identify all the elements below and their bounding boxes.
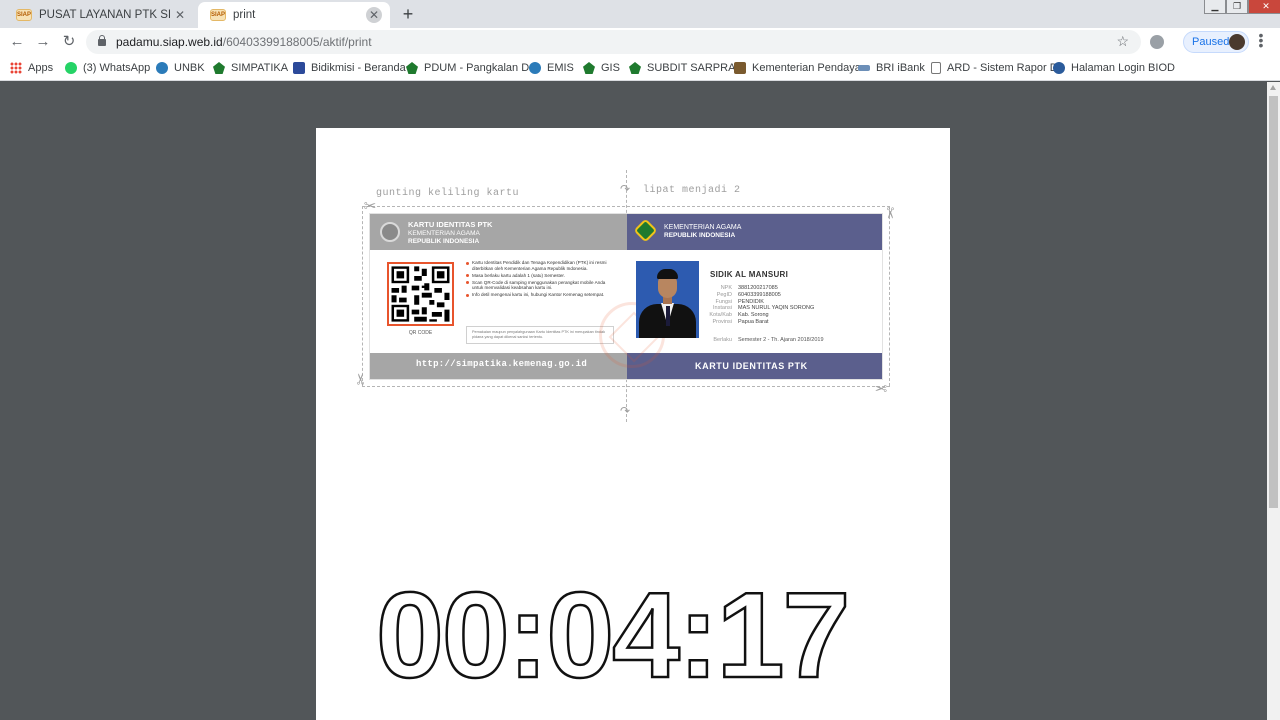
apps-grid-icon [10, 62, 22, 74]
legal-note: Pemakaian maupun penyalahgunaan Kartu Id… [466, 326, 614, 344]
card-left-header-text: KARTU IDENTITAS PTK KEMENTERIAN AGAMA RE… [408, 220, 493, 246]
field-row: PegID 60403399188005 [716, 291, 781, 298]
close-tab-icon[interactable]: ✕ [366, 7, 382, 23]
bookmark-unbk[interactable]: UNBK [156, 60, 205, 76]
emis-icon [529, 62, 541, 74]
address-bar[interactable]: padamu.siap.web.id/60403399188005/aktif/… [86, 30, 1141, 54]
kemenag-emblem-icon [583, 62, 595, 74]
minimize-button[interactable]: ▁ [1204, 0, 1226, 14]
lock-icon [98, 34, 106, 46]
kemenag-emblem-icon [629, 62, 641, 74]
cut-line-left [362, 206, 363, 386]
extension-icon[interactable] [1150, 35, 1164, 49]
paused-label: Paused [1192, 36, 1230, 48]
kemenag-emblem-icon [380, 222, 400, 242]
card-right-header-text: KEMENTERIAN AGAMA REPUBLIK INDONESIA [664, 224, 742, 239]
globe-icon [156, 62, 168, 74]
profile-paused-button[interactable]: Paused [1183, 31, 1249, 53]
bookmark-bri-ibank[interactable]: BRI iBank [858, 60, 925, 76]
reload-button[interactable]: ↻ [60, 33, 78, 51]
bookmark-apps[interactable]: Apps [10, 60, 53, 76]
globe-icon [1053, 62, 1065, 74]
field-row: Fungsi PENDIDIK [715, 298, 764, 305]
bookmark-simpatika[interactable]: SIMPATIKA [213, 60, 288, 76]
field-row: Provinsi Papua Barat [712, 318, 769, 325]
fold-arrow-icon: ↷ [620, 182, 631, 196]
scrollbar-thumb[interactable] [1269, 96, 1278, 508]
siap-favicon-icon: SIAP [16, 9, 32, 21]
bookmark-gis[interactable]: GIS [583, 60, 620, 76]
page-icon [931, 62, 941, 74]
browser-toolbar: ← → ↻ padamu.siap.web.id/60403399188005/… [0, 28, 1280, 55]
bookmark-kementerian[interactable]: Kementerian Pendaya [734, 60, 861, 76]
vertical-scrollbar[interactable] [1267, 82, 1280, 720]
bookmark-whatsapp[interactable]: (3) WhatsApp [65, 60, 150, 76]
new-tab-button[interactable]: + [398, 5, 418, 25]
scissors-icon: ✂ [874, 379, 888, 396]
siap-favicon-icon: SIAP [210, 9, 226, 21]
kemenag-emblem-icon [406, 62, 418, 74]
bookmarks-bar: Apps (3) WhatsApp UNBK SIMPATIKA Bidikmi… [0, 55, 1280, 81]
fold-arrow-icon: ↷ [620, 404, 631, 418]
url-path: /60403399188005/aktif/print [222, 35, 372, 49]
bidikmisi-icon [293, 62, 305, 74]
list-item: Info detil mengenai kartu ini, hubungi K… [466, 292, 614, 298]
card-footer-title: KARTU IDENTITAS PTK [695, 361, 808, 371]
holder-name: SIDIK AL MANSURI [710, 270, 789, 279]
holder-fields: NPK 3881200217085 PegID 60403399188005 Fun… [688, 285, 814, 326]
building-icon [734, 62, 746, 74]
back-button[interactable]: ← [8, 33, 26, 51]
close-window-button[interactable]: ✕ [1248, 0, 1280, 14]
window-controls: ▁ ❐ ✕ [1204, 0, 1280, 14]
bookmark-subdit-sarpras[interactable]: SUBDIT SARPRAS [629, 60, 743, 76]
restore-button[interactable]: ❐ [1226, 0, 1248, 14]
bookmark-ard[interactable]: ARD - Sistem Rapor D [931, 60, 1058, 76]
card-website-url: http://simpatika.kemenag.go.id [416, 359, 588, 369]
ptk-id-card: KARTU IDENTITAS PTK KEMENTERIAN AGAMA RE… [369, 213, 883, 380]
card-info-list: Kartu Identitas Pendidik dan Tenaga Kepe… [466, 260, 614, 300]
cut-instruction-label: gunting keliling kartu [376, 188, 520, 199]
whatsapp-icon [65, 62, 77, 74]
scroll-up-arrow-icon[interactable] [1270, 85, 1276, 90]
tab-print[interactable]: SIAP print ✕ [198, 2, 390, 28]
tab-strip: SIAP PUSAT LAYANAN PTK SIMPATIKA ✕ SIAP … [0, 0, 1280, 28]
tab-title: print [233, 9, 256, 21]
elapsed-timer: 00:04:17 [375, 567, 852, 703]
list-item: Kartu Identitas Pendidik dan Tenaga Kepe… [466, 260, 614, 271]
avatar [1229, 34, 1245, 50]
list-item: Masa berlaku kartu adalah 1 (satu) Semes… [466, 273, 614, 279]
close-tab-icon[interactable]: ✕ [172, 7, 188, 23]
qr-code-label: QR CODE [408, 330, 433, 336]
chrome-menu-icon[interactable]: • • • [1257, 28, 1265, 52]
field-row: Instansi MAS NURUL YAQIN SORONG [713, 305, 815, 312]
kemenag-emblem-icon [213, 62, 225, 74]
fold-instruction-label: lipat menjadi 2 [643, 185, 741, 196]
list-item: Scan QR-Code di samping menggunakan pera… [466, 280, 614, 291]
bookmark-pdum[interactable]: PDUM - Pangkalan D [406, 60, 529, 76]
url-host: padamu.siap.web.id [116, 35, 223, 49]
tab-title: PUSAT LAYANAN PTK SIMPATIKA [39, 9, 172, 21]
field-row: Kota/Kab Kab. Sorong [709, 312, 769, 319]
bri-icon [858, 65, 870, 71]
bookmark-bidikmisi[interactable]: Bidikmisi - Beranda [293, 60, 406, 76]
cut-line-right [889, 206, 890, 386]
bookmark-star-icon[interactable]: ☆ [1116, 33, 1129, 50]
bookmark-emis[interactable]: EMIS [529, 60, 574, 76]
forward-button[interactable]: → [34, 33, 52, 51]
qr-code [387, 262, 454, 326]
validity-row: Berlaku Semester 2 - Th. Ajaran 2018/2019 [713, 337, 824, 343]
bookmark-halaman-login[interactable]: Halaman Login BIOD [1053, 60, 1175, 76]
field-row: NPK 3881200217085 [720, 285, 778, 291]
tab-pusat-layanan[interactable]: SIAP PUSAT LAYANAN PTK SIMPATIKA ✕ [4, 2, 196, 28]
